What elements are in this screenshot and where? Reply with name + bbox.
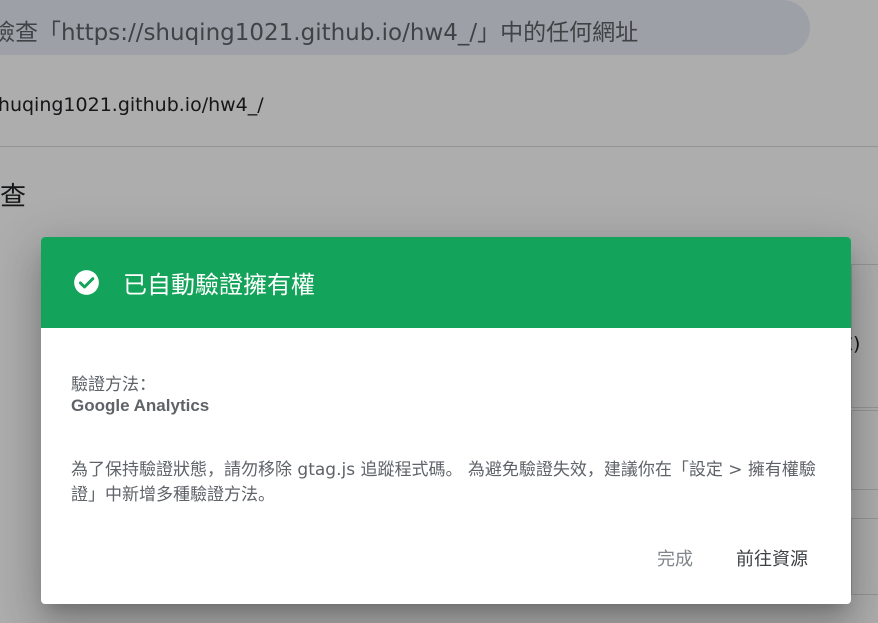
go-to-property-button[interactable]: 前往資源 [736, 545, 808, 571]
dialog-body-text: 為了保持驗證狀態，請勿移除 gtag.js 追蹤程式碼。 為避免驗證失效，建議你… [71, 460, 816, 505]
dialog-title: 已自動驗證擁有權 [123, 271, 315, 299]
ownership-verified-dialog: 已自動驗證擁有權 驗證方法： Google Analytics 為了保持驗證狀態… [41, 237, 851, 604]
verification-method-label: 驗證方法： [71, 375, 156, 395]
dialog-header: 已自動驗證擁有權 [41, 237, 851, 328]
check-circle-icon [74, 270, 99, 295]
verification-method-value: Google Analytics [71, 396, 210, 415]
done-button[interactable]: 完成 [657, 545, 693, 571]
